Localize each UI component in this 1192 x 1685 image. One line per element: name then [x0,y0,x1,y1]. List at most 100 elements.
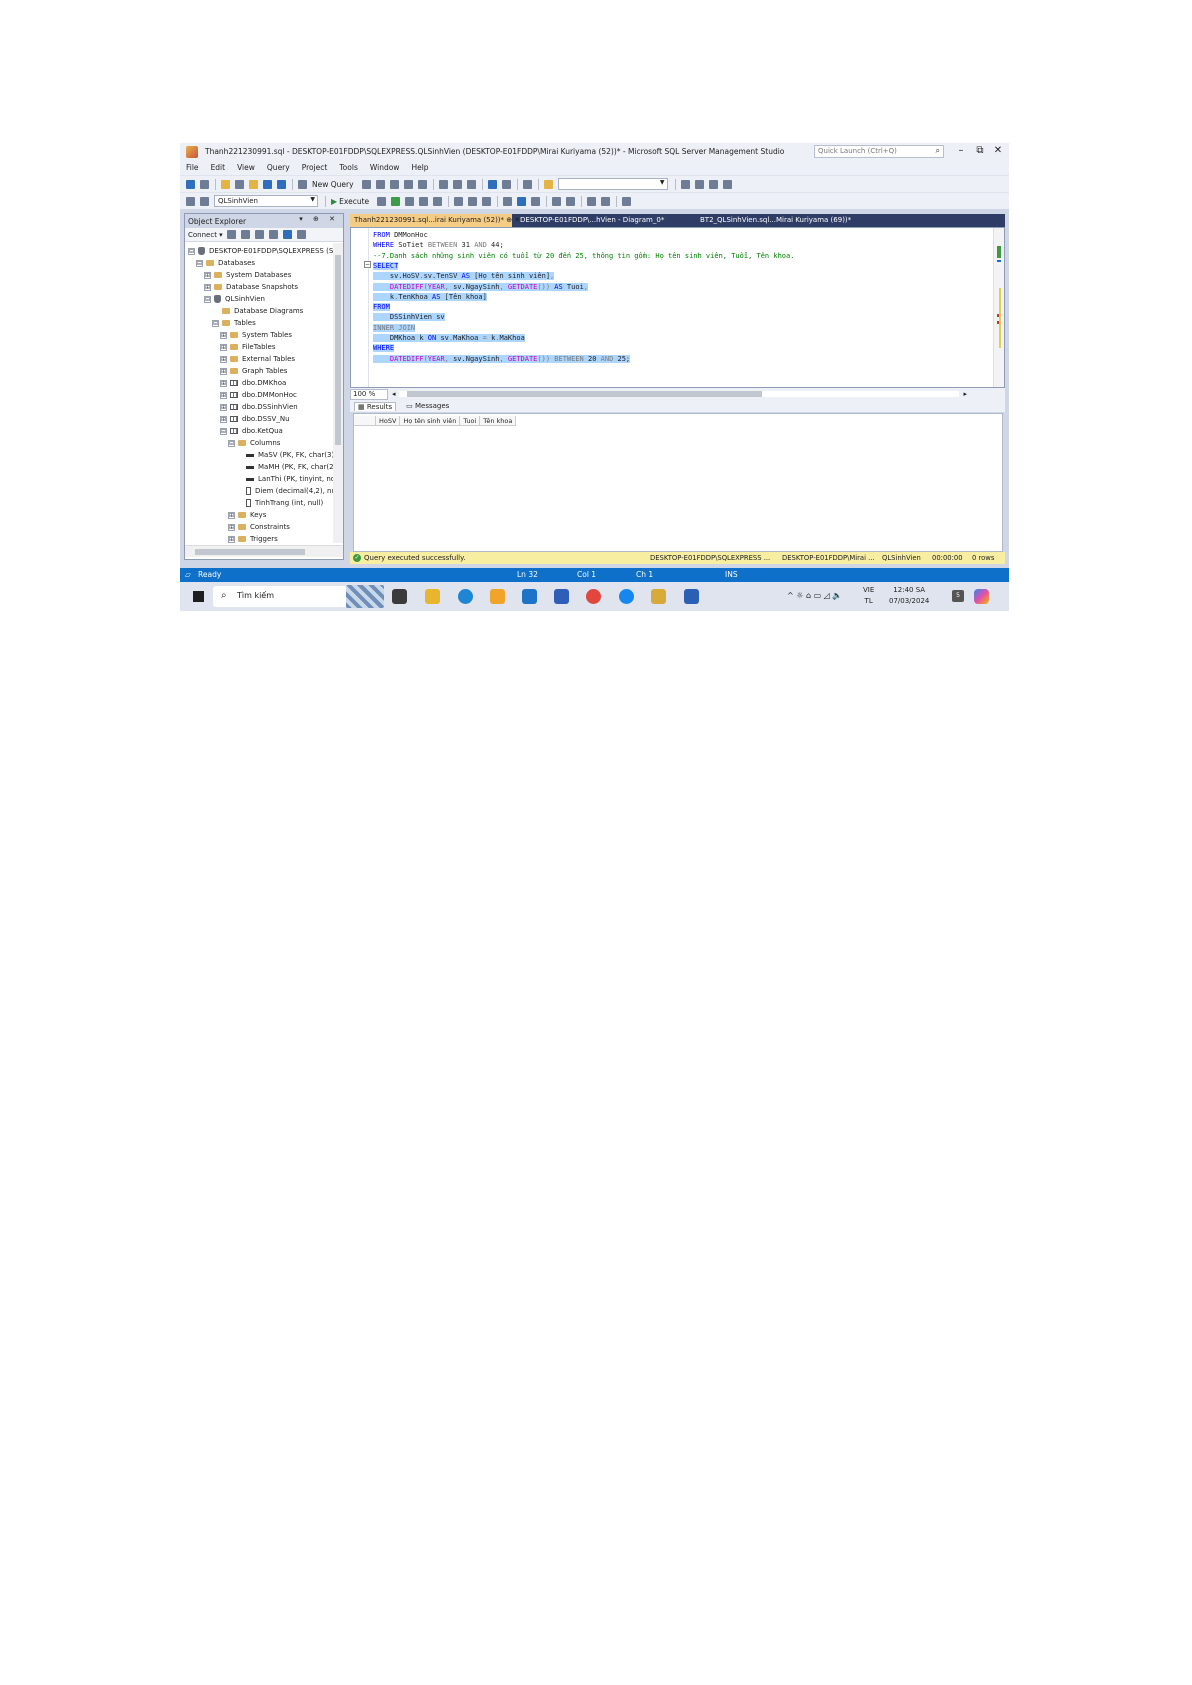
windows-start-icon[interactable] [193,591,204,602]
pin-icon[interactable]: ⊕ [506,216,512,224]
quick-launch-input[interactable]: Quick Launch (Ctrl+Q) ⌕ [814,145,944,158]
collapse-icon[interactable]: ⊟ [196,259,203,267]
expand-icon[interactable]: ⊞ [220,355,227,363]
mail-icon[interactable] [522,589,537,604]
expand-icon[interactable]: ⊞ [220,379,227,387]
tree-node[interactable]: ⊞ System Tables [220,329,292,341]
expand-icon[interactable]: ⊞ [220,391,227,399]
cut-icon[interactable] [438,179,448,189]
store-icon[interactable] [490,589,505,604]
results-to-grid-icon[interactable] [517,196,527,206]
input-language[interactable]: VIE TL [863,585,874,607]
menu-file[interactable]: File [186,163,199,172]
display-estimated-plan-icon[interactable] [405,196,415,206]
connect-plug-icon[interactable] [226,230,236,239]
live-query-stats-icon[interactable] [468,196,478,206]
column-header[interactable]: Tuoi [460,416,481,426]
tree-node[interactable]: Database Diagrams [212,305,303,317]
code-line[interactable]: DMKhoa k ON sv.MaKhoa = k.MaKhoa [373,333,525,344]
restore-button[interactable]: ⧉ [971,145,989,158]
collapse-icon[interactable]: ⊟ [212,319,219,327]
connect-button[interactable]: Connect ▾ [188,231,223,239]
code-line[interactable]: --7.Danh sách những sinh viên có tuổi từ… [373,251,794,262]
object-explorer-horizontal-scrollbar[interactable] [185,545,343,557]
menu-tools[interactable]: Tools [339,163,357,172]
collapse-icon[interactable]: ⊟ [228,439,235,447]
tree-node[interactable]: ⊞ FileTables [220,341,275,353]
das-query-icon[interactable] [417,179,427,189]
expand-icon[interactable]: ⊞ [220,331,227,339]
tree-node[interactable]: ⊞ Graph Tables [220,365,287,377]
tree-node[interactable]: ⊞ Constraints [228,521,290,533]
expand-icon[interactable]: ⊞ [220,343,227,351]
minimize-button[interactable]: – [952,145,970,158]
filter-icon[interactable] [268,230,278,239]
window-layout-icon[interactable] [722,179,732,189]
tree-node[interactable]: ⊟ DESKTOP-E01FDDP\SQLEXPRESS (SQL [188,245,333,257]
collapse-icon[interactable]: ⊟ [220,427,227,435]
scroll-left-icon[interactable]: ◂ [392,390,396,398]
tree-node[interactable]: LanThi (PK, tinyint, not n [236,473,333,485]
zoom-select[interactable]: 100 % [350,388,388,400]
tree-node[interactable]: ⊞ Database Snapshots [204,281,298,293]
sql-editor[interactable]: − FROM DMMonHoc WHERE SoTiet BETWEEN 31 A… [350,227,1005,388]
tree-node[interactable]: ⊞ dbo.DMMonHoc [220,389,297,401]
decrease-indent-icon[interactable] [587,196,597,206]
scrollbar-thumb[interactable] [406,391,762,397]
editor-horizontal-scrollbar[interactable] [398,391,959,397]
refresh-icon[interactable] [282,230,292,239]
solution-config-icon[interactable] [522,179,532,189]
menu-help[interactable]: Help [411,163,428,172]
tree-node[interactable]: ⊞ dbo.DSSV_Nu [220,413,290,425]
tree-node[interactable]: ⊞ External Tables [220,353,295,365]
menu-query[interactable]: Query [267,163,290,172]
results-to-file-icon[interactable] [531,196,541,206]
xmla-query-icon[interactable] [403,179,413,189]
parse-check-icon[interactable] [391,196,401,206]
new-query-icon[interactable] [298,179,307,189]
clock[interactable]: 12:40 SA 07/03/2024 [889,585,929,607]
tree-node[interactable]: ⊟ dbo.KetQua [220,425,283,437]
search-highlight-image[interactable] [346,585,384,608]
open-file-icon[interactable] [249,179,258,189]
include-actual-plan-icon[interactable] [454,196,464,206]
column-header[interactable]: Tên khoa [480,416,517,426]
tab-bt2-query[interactable]: BT2_QLSinhVien.sql...Mirai Kuriyama (69)… [696,214,855,227]
tree-node[interactable]: TinhTrang (int, null) [236,497,323,509]
save-icon[interactable] [263,179,272,189]
messenger-icon[interactable] [619,589,634,604]
results-to-text-icon[interactable] [503,196,513,206]
system-tray-icons[interactable]: ^ ☼ ⌂ ▭ ◿ 🔈 [787,591,842,600]
tab-results[interactable]: ▦ Results [354,401,397,411]
expand-icon[interactable]: ⊞ [204,271,211,279]
tree-node[interactable]: MaSV (PK, FK, char(3), no [236,449,333,461]
new-project-icon[interactable] [221,179,230,189]
connect-icon[interactable] [186,196,195,206]
task-view-icon[interactable] [392,589,407,604]
tree-node[interactable]: ⊞ dbo.DSSinhVien [220,401,298,413]
edge-browser-icon[interactable] [458,589,473,604]
chrome-browser-icon[interactable] [586,589,601,604]
file-explorer-icon[interactable] [425,589,440,604]
close-button[interactable]: ✕ [989,145,1007,158]
collapse-region-icon[interactable]: − [364,261,371,268]
tab-diagram[interactable]: DESKTOP-E01FDDP\...hVien - Diagram_0* [516,214,668,227]
column-header[interactable]: HoSV [376,416,401,426]
expand-icon[interactable]: ⊞ [220,415,227,423]
back-icon[interactable] [186,179,195,189]
find-combo[interactable]: ▼ [557,178,668,190]
tree-node[interactable]: ⊞ Triggers [228,533,278,543]
add-item-icon[interactable] [235,179,244,189]
tree-node[interactable]: ⊟ Tables [212,317,256,329]
client-statistics-icon[interactable] [482,196,492,206]
tree-node[interactable]: ⊞ System Databases [204,269,291,281]
stop-icon[interactable] [254,230,264,239]
redo-icon[interactable] [501,179,511,189]
expand-icon[interactable]: ⊞ [220,367,227,375]
expand-icon[interactable]: ⊞ [220,403,227,411]
panel-pin-close-icons[interactable]: ▾ ⊕ ✕ [299,215,339,223]
tree-node[interactable]: Diem (decimal(4,2), null) [236,485,333,497]
menu-edit[interactable]: Edit [211,163,226,172]
taskbar-search-box[interactable]: ⌕ Tìm kiếm [213,586,347,607]
save-all-icon[interactable] [277,179,286,189]
